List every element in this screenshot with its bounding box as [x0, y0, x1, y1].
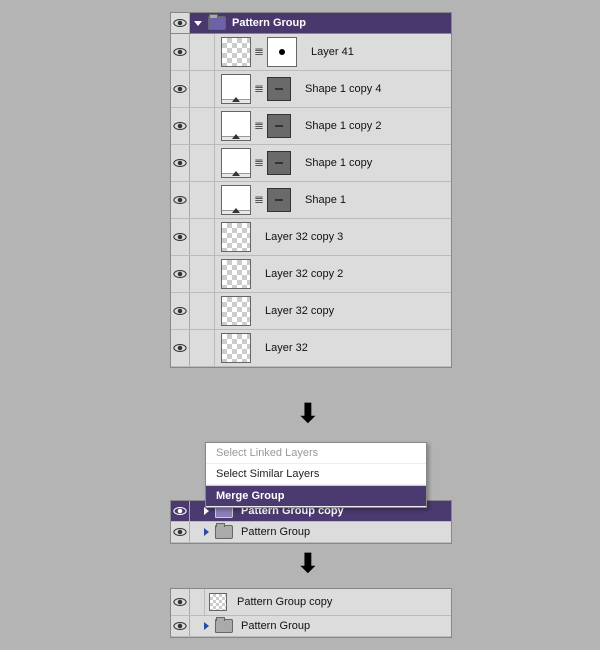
layer-name: Shape 1 [297, 194, 346, 206]
layer-name: Layer 32 copy 3 [257, 231, 343, 243]
group-row[interactable]: Pattern Group [171, 522, 451, 543]
folder-icon [215, 525, 233, 539]
layer-row[interactable]: Layer 32 copy 2 [171, 256, 451, 293]
eye-icon [173, 343, 187, 353]
layer-row[interactable]: 𝌆 Layer 41 [171, 34, 451, 71]
layer-thumbnail[interactable] [221, 333, 251, 363]
link-icon: 𝌆 [255, 40, 263, 64]
visibility-toggle[interactable] [171, 71, 190, 107]
eye-icon [173, 121, 187, 131]
layer-list: 𝌆 Layer 41 𝌆 Shape 1 copy 4 𝌆 [171, 34, 451, 367]
menu-item-select-similar[interactable]: Select Similar Layers [206, 464, 426, 485]
layer-row[interactable]: 𝌆 Shape 1 copy 4 [171, 71, 451, 108]
layer-name: Shape 1 copy [297, 157, 372, 169]
eye-icon [173, 195, 187, 205]
layer-thumbnail[interactable] [221, 111, 251, 141]
group-name: Pattern Group [233, 620, 310, 632]
layers-panel-1: Pattern Group 𝌆 Layer 41 𝌆 [170, 12, 452, 368]
eye-icon [173, 506, 187, 516]
layer-thumbnail[interactable] [221, 259, 251, 289]
layer-name: Layer 32 copy 2 [257, 268, 343, 280]
menu-item-merge-group[interactable]: Merge Group [206, 486, 426, 507]
context-menu: Select Linked Layers Select Similar Laye… [205, 442, 427, 508]
layers-panel-3: Pattern Group copy Pattern Group [170, 588, 452, 638]
layer-thumbnail[interactable] [209, 593, 227, 611]
layer-name: Pattern Group copy [237, 596, 332, 608]
eye-icon [173, 306, 187, 316]
visibility-toggle[interactable] [171, 219, 190, 255]
eye-icon [173, 527, 187, 537]
visibility-toggle[interactable] [171, 34, 190, 70]
layer-row[interactable]: Layer 32 [171, 330, 451, 367]
link-icon: 𝌆 [255, 188, 263, 212]
eye-icon [173, 232, 187, 242]
visibility-toggle[interactable] [171, 293, 190, 329]
layer-thumbnail[interactable] [221, 37, 251, 67]
layer-row[interactable]: 𝌆 Shape 1 [171, 182, 451, 219]
vector-mask-thumbnail[interactable] [267, 77, 291, 101]
layer-thumbnail[interactable] [221, 185, 251, 215]
layer-row[interactable]: 𝌆 Shape 1 copy [171, 145, 451, 182]
vector-mask-thumbnail[interactable] [267, 188, 291, 212]
layer-row[interactable]: Pattern Group copy [171, 589, 451, 616]
visibility-toggle[interactable] [171, 522, 190, 542]
group-header-row[interactable]: Pattern Group [171, 13, 451, 34]
layer-name: Shape 1 copy 2 [297, 120, 381, 132]
eye-icon [173, 18, 187, 28]
down-arrow-icon: ⬇ [297, 398, 319, 429]
down-arrow-icon: ⬇ [297, 548, 319, 579]
layer-name: Layer 32 [257, 342, 308, 354]
layer-thumbnail[interactable] [221, 148, 251, 178]
layer-name: Layer 32 copy [257, 305, 334, 317]
visibility-toggle[interactable] [171, 616, 190, 636]
visibility-toggle[interactable] [171, 182, 190, 218]
visibility-toggle[interactable] [171, 256, 190, 292]
layer-row[interactable]: 𝌆 Shape 1 copy 2 [171, 108, 451, 145]
expand-triangle-icon[interactable] [204, 507, 209, 515]
folder-icon [215, 619, 233, 633]
eye-icon [173, 84, 187, 94]
visibility-toggle[interactable] [171, 589, 190, 615]
vector-mask-thumbnail[interactable] [267, 114, 291, 138]
link-icon: 𝌆 [255, 114, 263, 138]
link-icon: 𝌆 [255, 77, 263, 101]
eye-icon [173, 158, 187, 168]
layer-thumbnail[interactable] [221, 222, 251, 252]
eye-icon [173, 597, 187, 607]
group-name: Pattern Group [233, 526, 310, 538]
visibility-toggle[interactable] [171, 145, 190, 181]
mask-thumbnail[interactable] [267, 37, 297, 67]
expand-triangle-icon[interactable] [204, 528, 209, 536]
visibility-toggle[interactable] [171, 108, 190, 144]
layer-row[interactable]: Layer 32 copy 3 [171, 219, 451, 256]
collapse-triangle-icon[interactable] [194, 21, 202, 26]
eye-icon [173, 621, 187, 631]
vector-mask-thumbnail[interactable] [267, 151, 291, 175]
expand-triangle-icon[interactable] [204, 622, 209, 630]
eye-icon [173, 47, 187, 57]
visibility-toggle[interactable] [171, 330, 190, 366]
group-row[interactable]: Pattern Group [171, 616, 451, 637]
layer-row[interactable]: Layer 32 copy [171, 293, 451, 330]
layer-name: Layer 41 [303, 46, 354, 58]
visibility-toggle[interactable] [171, 13, 190, 33]
folder-icon [208, 16, 226, 30]
visibility-toggle[interactable] [171, 501, 190, 521]
menu-item-select-linked: Select Linked Layers [206, 443, 426, 464]
layer-name: Shape 1 copy 4 [297, 83, 381, 95]
link-icon: 𝌆 [255, 151, 263, 175]
layer-thumbnail[interactable] [221, 296, 251, 326]
group-name: Pattern Group [232, 17, 306, 29]
eye-icon [173, 269, 187, 279]
layer-thumbnail[interactable] [221, 74, 251, 104]
